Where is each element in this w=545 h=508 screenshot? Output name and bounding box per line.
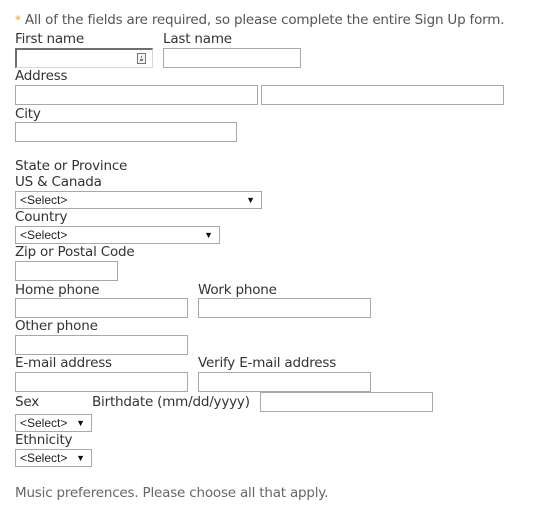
last-name-input[interactable] [163, 48, 301, 68]
required-note-text: All of the fields are required, so pleas… [24, 12, 505, 28]
first-name-input[interactable] [15, 48, 153, 68]
sex-select[interactable]: <Select> ▼ [15, 414, 92, 432]
other-phone-label: Other phone [15, 318, 98, 334]
other-phone-input[interactable] [15, 335, 188, 355]
sex-select-value: <Select> [20, 416, 68, 430]
country-select-value: <Select> [20, 228, 68, 242]
state-select[interactable]: <Select> ▼ [15, 191, 262, 209]
sex-label: Sex [15, 394, 40, 410]
home-phone-label: Home phone [15, 282, 100, 298]
required-asterisk: * [15, 13, 21, 27]
country-label: Country [15, 209, 68, 225]
city-input[interactable] [15, 122, 237, 142]
ethnicity-select-value: <Select> [20, 451, 68, 465]
email-input[interactable] [15, 372, 188, 392]
state-select-value: <Select> [20, 193, 68, 207]
birthdate-label: Birthdate (mm/dd/yyyy) [92, 394, 250, 410]
address-label: Address [15, 68, 68, 84]
dropdown-arrow-icon: ▼ [246, 195, 255, 205]
work-phone-label: Work phone [198, 282, 277, 298]
state-sublabel: US & Canada [15, 174, 102, 190]
home-phone-input[interactable] [15, 298, 188, 318]
zip-input[interactable] [15, 261, 118, 281]
address-line2-input[interactable] [261, 85, 504, 105]
music-preferences-note: Music preferences. Please choose all tha… [15, 485, 329, 501]
ethnicity-select[interactable]: <Select> ▼ [15, 449, 92, 467]
required-note: * All of the fields are required, so ple… [15, 12, 505, 28]
dropdown-arrow-icon: ▼ [76, 453, 85, 463]
verify-email-input[interactable] [198, 372, 371, 392]
contact-card-icon[interactable] [137, 53, 146, 64]
state-label: State or Province [15, 158, 128, 174]
city-label: City [15, 106, 41, 122]
dropdown-arrow-icon: ▼ [76, 418, 85, 428]
dropdown-arrow-icon: ▼ [204, 230, 213, 240]
ethnicity-label: Ethnicity [15, 432, 73, 448]
email-label: E-mail address [15, 355, 112, 371]
work-phone-input[interactable] [198, 298, 371, 318]
birthdate-input[interactable] [260, 392, 433, 412]
address-line1-input[interactable] [15, 85, 258, 105]
country-select[interactable]: <Select> ▼ [15, 226, 220, 244]
last-name-label: Last name [163, 31, 232, 47]
first-name-label: First name [15, 31, 84, 47]
verify-email-label: Verify E-mail address [198, 355, 337, 371]
zip-label: Zip or Postal Code [15, 244, 135, 260]
